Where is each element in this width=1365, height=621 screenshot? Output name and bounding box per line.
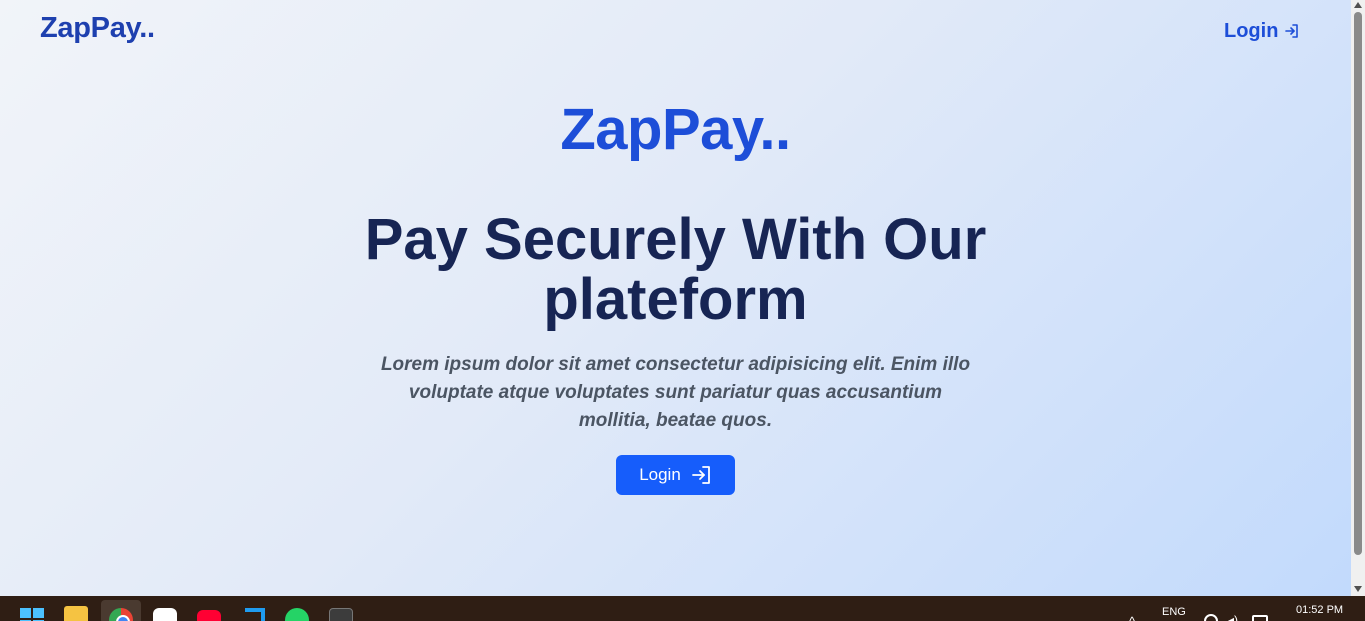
battery-icon[interactable] <box>1252 615 1268 621</box>
os-taskbar: ^ ENG ◂) 01:52 PM <box>0 596 1365 621</box>
hero-description: Lorem ipsum dolor sit amet consectetur a… <box>380 354 971 431</box>
file-explorer-icon[interactable] <box>64 606 88 621</box>
terminal-icon[interactable] <box>329 608 353 621</box>
browser-viewport: ZapPay.. Login ZapPay.. Pay Securely Wit… <box>0 0 1351 596</box>
login-arrow-icon <box>1285 24 1299 38</box>
hero-headline: Pay Securely With Our plateform <box>364 207 987 332</box>
whatsapp-icon[interactable] <box>285 608 309 621</box>
windows-start-icon[interactable] <box>20 608 44 621</box>
nav-login-label: Login <box>1224 19 1279 42</box>
scroll-up-arrow-icon[interactable] <box>1354 2 1362 8</box>
volume-icon[interactable]: ◂) <box>1228 613 1238 621</box>
scroll-down-arrow-icon[interactable] <box>1354 586 1362 592</box>
nav-logo[interactable]: ZapPay.. <box>40 12 155 45</box>
chatgpt-icon[interactable] <box>153 608 177 621</box>
tray-overflow-icon[interactable]: ^ <box>1129 614 1135 621</box>
language-indicator[interactable]: ENG <box>1162 606 1186 618</box>
vertical-scrollbar[interactable] <box>1351 0 1365 596</box>
login-arrow-icon <box>691 466 710 484</box>
hero-brand-title: ZapPay.. <box>560 97 791 162</box>
scroll-thumb[interactable] <box>1354 12 1362 555</box>
nav-login-link[interactable]: Login <box>1224 19 1300 43</box>
youtube-icon[interactable] <box>197 610 221 621</box>
hero-login-button[interactable]: Login <box>616 455 735 495</box>
clock-time[interactable]: 01:52 PM <box>1296 604 1343 616</box>
hero-login-label: Login <box>639 465 681 484</box>
vscode-icon[interactable] <box>241 608 265 621</box>
wifi-icon[interactable] <box>1204 614 1218 621</box>
